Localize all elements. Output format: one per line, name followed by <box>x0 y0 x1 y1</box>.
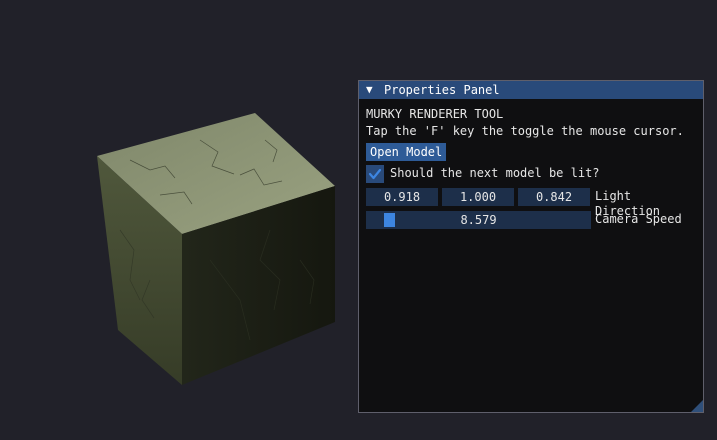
light-direction-z-field[interactable]: 0.842 <box>518 188 590 206</box>
camera-speed-slider[interactable]: 8.579 <box>366 211 591 229</box>
triangle-down-icon[interactable]: ▼ <box>366 81 373 99</box>
open-model-button[interactable]: Open Model <box>366 143 447 161</box>
checkmark-icon <box>368 168 382 180</box>
tool-heading: MURKY RENDERER TOOL <box>366 107 504 121</box>
camera-speed-value: 8.579 <box>460 213 497 227</box>
panel-titlebar[interactable]: ▼ Properties Panel <box>359 81 703 99</box>
camera-speed-label: Camera Speed <box>595 212 682 226</box>
properties-panel: ▼ Properties Panel MURKY RENDERER TOOL T… <box>358 80 704 413</box>
light-direction-x-field[interactable]: 0.918 <box>366 188 438 206</box>
light-direction-y-field[interactable]: 1.000 <box>442 188 514 206</box>
hint-text: Tap the 'F' key the toggle the mouse cur… <box>366 124 684 138</box>
lit-checkbox-label: Should the next model be lit? <box>390 166 600 180</box>
lit-checkbox[interactable] <box>366 165 384 183</box>
textured-cube <box>97 113 335 385</box>
panel-title: Properties Panel <box>384 83 500 97</box>
resize-grip-icon[interactable] <box>691 400 703 412</box>
